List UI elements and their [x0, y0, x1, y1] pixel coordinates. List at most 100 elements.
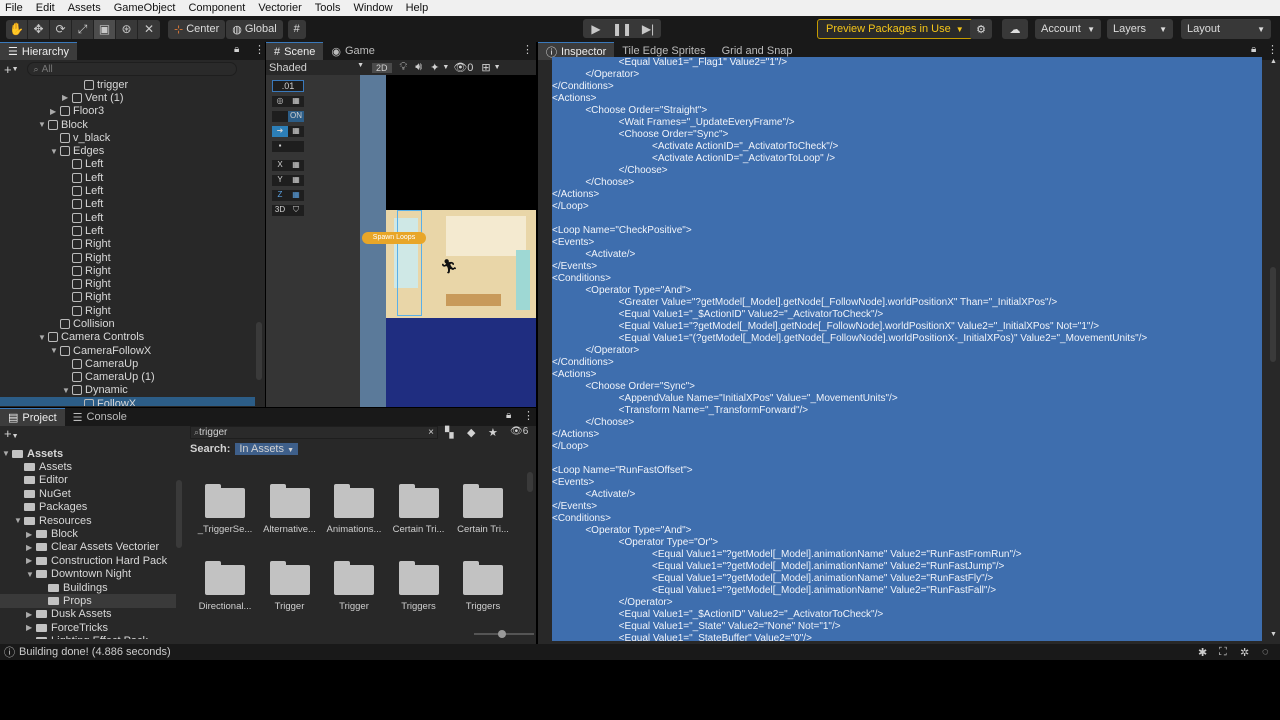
hierarchy-item[interactable]: Left [0, 158, 255, 171]
expand-arrow-icon[interactable]: ▶ [62, 93, 72, 102]
expand-arrow-icon[interactable]: ▼ [50, 346, 60, 355]
step-button[interactable]: ▶| [635, 19, 661, 38]
menu-item-tools[interactable]: Tools [315, 2, 341, 14]
inspector-scrollbar[interactable] [1270, 267, 1276, 362]
project-search-input[interactable]: ⌕ trigger × [190, 426, 438, 439]
search-scope-button[interactable]: In Assets ▼ [235, 443, 298, 455]
hand-tool-icon[interactable]: ✋ [6, 19, 28, 39]
project-folder-item[interactable]: ▶ Lighting Effect Pack [0, 634, 176, 639]
mode-2d-toggle[interactable]: 2D [372, 62, 392, 73]
menu-item-vectorier[interactable]: Vectorier [258, 2, 301, 14]
move-tool-icon[interactable]: ✥ [28, 19, 50, 39]
hierarchy-item[interactable]: Left [0, 171, 255, 184]
project-folder-item[interactable]: Editor [0, 474, 176, 487]
scroll-up-icon[interactable]: ▲ [1270, 58, 1277, 65]
menu-item-edit[interactable]: Edit [36, 2, 55, 14]
pause-button[interactable]: ❚❚ [609, 19, 635, 38]
add-icon[interactable]: + [4, 62, 12, 77]
asset-grid-scrollbar[interactable] [527, 472, 533, 492]
eye-toggle-icon[interactable]: ◎ [272, 96, 288, 107]
project-folder-item[interactable]: Packages [0, 501, 176, 514]
shading-dropdown[interactable]: Shaded ▼ [266, 62, 364, 74]
player-figure[interactable]: 🏃︎ [440, 258, 458, 275]
project-folder-item[interactable]: ▶ Clear Assets Vectorier [0, 541, 176, 554]
expand-arrow-icon[interactable]: ▶ [26, 543, 36, 552]
asset-folder[interactable]: _TriggerSe... [193, 484, 257, 535]
hierarchy-item[interactable]: Right [0, 291, 255, 304]
grid-icon[interactable]: ▦ [288, 160, 304, 171]
project-folder-item[interactable]: ▶ Construction Hard Pack [0, 554, 176, 567]
hierarchy-item[interactable]: Right [0, 251, 255, 264]
grid-icon[interactable]: ▦ [288, 126, 304, 137]
hierarchy-item[interactable]: trigger [0, 78, 255, 91]
menu-item-assets[interactable]: Assets [68, 2, 101, 14]
project-folder-item[interactable]: Buildings [0, 581, 176, 594]
scroll-down-icon[interactable]: ▼ [1270, 631, 1277, 638]
menu-item-help[interactable]: Help [406, 2, 429, 14]
effects-icon[interactable]: ✦ [430, 61, 439, 74]
hierarchy-item[interactable]: CameraUp (1) [0, 371, 255, 384]
expand-arrow-icon[interactable]: ▼ [26, 570, 36, 579]
expand-arrow-icon[interactable]: ▶ [26, 556, 36, 565]
expand-arrow-icon[interactable]: ▶ [50, 107, 60, 116]
project-folder-item[interactable]: ▶ Dusk Assets [0, 608, 176, 621]
scene-viewport[interactable]: .01 ◎ ▦ ON ➜ ▦ ▪ X ▦ Y ▦ Z ▦ 3D ⛉ 🏃︎ Spawn Loo… [266, 75, 536, 407]
preview-packages-button[interactable]: Preview Packages in Use ▼ [817, 19, 973, 39]
gizmos-icon[interactable]: ⊞ [481, 61, 490, 74]
mode-3d-toggle[interactable]: 3D [272, 205, 288, 216]
project-folder-item[interactable]: ▼ Assets [0, 447, 176, 460]
asset-folder[interactable]: Triggers [451, 561, 515, 612]
audio-icon[interactable]: 🔊︎ [415, 61, 422, 74]
hierarchy-item[interactable]: Left [0, 211, 255, 224]
transform-tool-icon[interactable]: ⊛ [116, 19, 138, 39]
hierarchy-item[interactable]: Right [0, 238, 255, 251]
zoom-slider-handle[interactable] [498, 630, 506, 638]
tab-console[interactable]: ☰ Console [65, 408, 135, 426]
filter-label-icon[interactable]: ◆ [467, 426, 475, 439]
menu-item-gameobject[interactable]: GameObject [114, 2, 176, 14]
axis-y-toggle[interactable]: Y [272, 175, 288, 186]
arrow-icon[interactable]: ➜ [272, 126, 288, 137]
expand-arrow-icon[interactable]: ▶ [26, 637, 36, 639]
project-folder-item[interactable]: ▶ ForceTricks [0, 621, 176, 634]
hierarchy-item[interactable]: ▼ Block [0, 118, 255, 131]
collab-button[interactable]: ⚙ [970, 19, 992, 39]
project-folder-item[interactable]: ▼ Resources [0, 514, 176, 527]
axis-z-toggle[interactable]: Z [272, 190, 288, 201]
asset-folder[interactable]: Directional... [193, 561, 257, 612]
zoom-slider[interactable] [474, 630, 534, 638]
asset-folder[interactable]: Certain Tri... [451, 484, 515, 535]
expand-arrow-icon[interactable]: ▼ [2, 449, 12, 458]
expand-arrow-icon[interactable]: ▶ [26, 610, 36, 619]
more-menu-icon[interactable]: ⋮ [523, 409, 534, 422]
scale-tool-icon[interactable]: ⤢ [72, 19, 94, 39]
asset-folder[interactable]: Alternative... [258, 484, 322, 535]
hierarchy-item[interactable]: Left [0, 198, 255, 211]
hierarchy-search-input[interactable]: ⌕ All [26, 62, 237, 76]
trigger-bounds[interactable] [397, 210, 422, 316]
project-tree-scrollbar[interactable] [176, 480, 182, 548]
hierarchy-item[interactable]: Left [0, 224, 255, 237]
project-folder-item[interactable]: ▼ Downtown Night [0, 568, 176, 581]
hierarchy-item[interactable]: FollowX [0, 397, 255, 406]
pivot-toggle[interactable]: ⊹ Center [168, 19, 226, 39]
layers-dropdown[interactable]: Layers ▼ [1107, 19, 1173, 39]
visibility-icon[interactable]: 👁︎ [453, 61, 467, 74]
project-folder-item[interactable]: Props [0, 594, 176, 608]
project-folder-item[interactable]: NuGet [0, 487, 176, 500]
grid-icon[interactable]: ▦ [288, 175, 304, 186]
hierarchy-item[interactable]: Left [0, 184, 255, 197]
hierarchy-item[interactable]: Collision [0, 317, 255, 330]
hierarchy-item[interactable]: ▼ Camera Controls [0, 331, 255, 344]
snap-value[interactable]: .01 [272, 80, 304, 92]
expand-arrow-icon[interactable]: ▼ [50, 147, 60, 156]
grid-toggle-icon[interactable]: ▦ [288, 96, 304, 107]
menu-item-window[interactable]: Window [353, 2, 392, 14]
play-button[interactable]: ▶ [583, 19, 609, 38]
progress-icon[interactable]: ◌ [1262, 646, 1269, 658]
account-dropdown[interactable]: Account ▼ [1035, 19, 1101, 39]
project-folder-item[interactable]: Assets [0, 460, 176, 473]
spawn-loops-tag[interactable]: Spawn Loops [362, 232, 426, 244]
grid-icon[interactable]: ▦ [288, 190, 304, 201]
tab-game[interactable]: ◉ Game [323, 42, 383, 60]
